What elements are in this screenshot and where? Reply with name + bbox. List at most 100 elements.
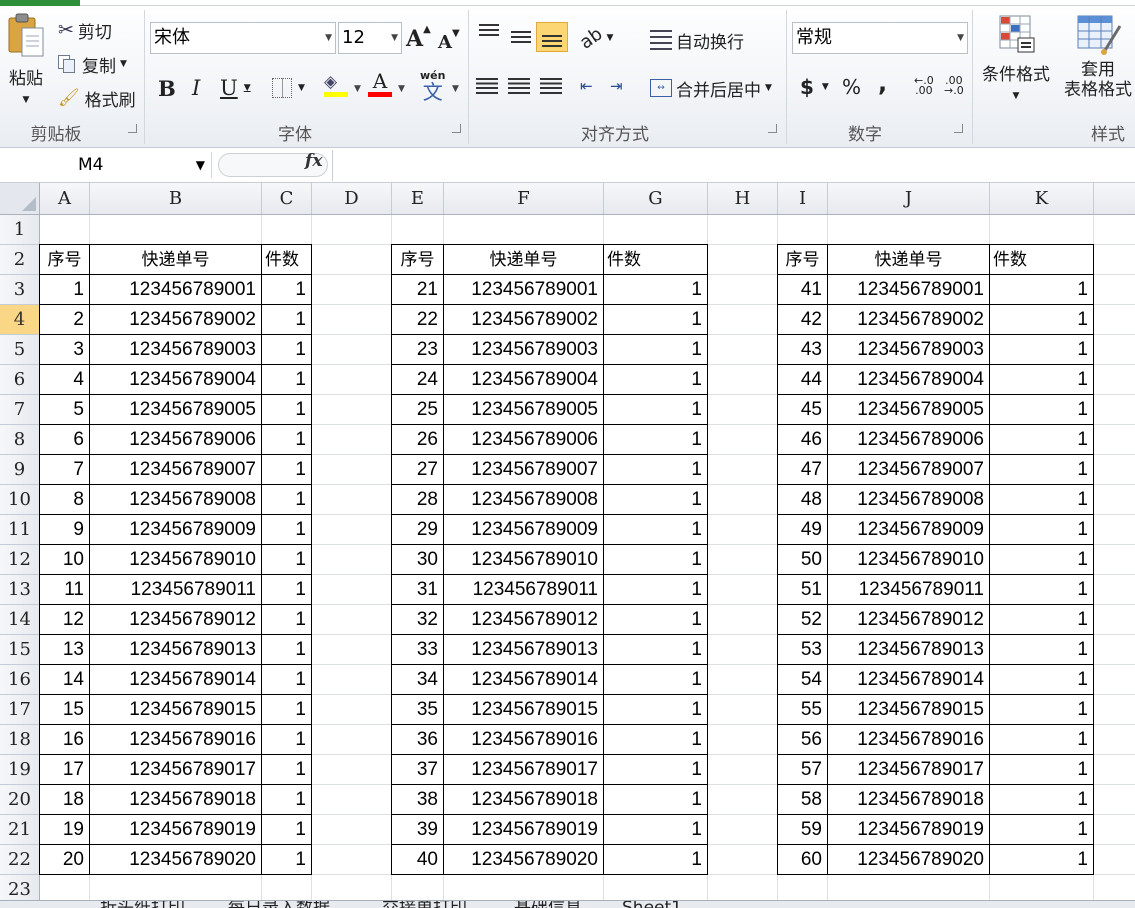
cell-a13[interactable]: 11 bbox=[40, 575, 89, 605]
cell-e7[interactable]: 25 bbox=[392, 395, 443, 425]
row-header-11[interactable]: 11 bbox=[0, 515, 39, 545]
cell-j14[interactable]: 123456789012 bbox=[828, 605, 989, 635]
cell-e11[interactable]: 29 bbox=[392, 515, 443, 545]
cell-e19[interactable]: 37 bbox=[392, 755, 443, 785]
cell-e22[interactable]: 40 bbox=[392, 845, 443, 875]
cell-b7[interactable]: 123456789005 bbox=[90, 395, 261, 425]
align-top-button[interactable] bbox=[478, 24, 500, 50]
align-right-button[interactable] bbox=[540, 76, 562, 96]
cell-j4[interactable]: 123456789002 bbox=[828, 305, 989, 335]
orientation-button[interactable]: ab ▼ bbox=[576, 23, 613, 53]
cell-c11[interactable]: 1 bbox=[262, 515, 311, 545]
cell-f22[interactable]: 123456789020 bbox=[444, 845, 603, 875]
cell-c17[interactable]: 1 bbox=[262, 695, 311, 725]
cell-c13[interactable]: 1 bbox=[262, 575, 311, 605]
cell-g10[interactable]: 1 bbox=[604, 485, 707, 515]
cell-e16[interactable]: 34 bbox=[392, 665, 443, 695]
cell-a6[interactable]: 4 bbox=[40, 365, 89, 395]
row-header-13[interactable]: 13 bbox=[0, 575, 39, 605]
cell-j8[interactable]: 123456789006 bbox=[828, 425, 989, 455]
cell-c15[interactable]: 1 bbox=[262, 635, 311, 665]
cell-i3[interactable]: 41 bbox=[778, 275, 827, 305]
cell-a17[interactable]: 15 bbox=[40, 695, 89, 725]
row-header-21[interactable]: 21 bbox=[0, 815, 39, 845]
cell-f15[interactable]: 123456789013 bbox=[444, 635, 603, 665]
cell-k14[interactable]: 1 bbox=[990, 605, 1093, 635]
row-header-18[interactable]: 18 bbox=[0, 725, 39, 755]
cell-k4[interactable]: 1 bbox=[990, 305, 1093, 335]
insert-function-button[interactable]: fx bbox=[305, 151, 322, 171]
column-header-b[interactable]: B bbox=[90, 183, 262, 214]
cell-c7[interactable]: 1 bbox=[262, 395, 311, 425]
cell-a8[interactable]: 6 bbox=[40, 425, 89, 455]
cell-k8[interactable]: 1 bbox=[990, 425, 1093, 455]
cell-g14[interactable]: 1 bbox=[604, 605, 707, 635]
cell-g19[interactable]: 1 bbox=[604, 755, 707, 785]
cell-j19[interactable]: 123456789017 bbox=[828, 755, 989, 785]
row-header-15[interactable]: 15 bbox=[0, 635, 39, 665]
cell-b12[interactable]: 123456789010 bbox=[90, 545, 261, 575]
row-header-12[interactable]: 12 bbox=[0, 545, 39, 575]
row-header-23[interactable]: 23 bbox=[0, 875, 39, 900]
cell-e21[interactable]: 39 bbox=[392, 815, 443, 845]
row-header-20[interactable]: 20 bbox=[0, 785, 39, 815]
cell-g15[interactable]: 1 bbox=[604, 635, 707, 665]
cell-b17[interactable]: 123456789015 bbox=[90, 695, 261, 725]
paste-button[interactable]: 粘贴 ▼ bbox=[4, 12, 48, 112]
comma-style-button[interactable]: , bbox=[878, 69, 887, 97]
cell-k7[interactable]: 1 bbox=[990, 395, 1093, 425]
cell-b18[interactable]: 123456789016 bbox=[90, 725, 261, 755]
cell-g20[interactable]: 1 bbox=[604, 785, 707, 815]
cell-i7[interactable]: 45 bbox=[778, 395, 827, 425]
cell-j3[interactable]: 123456789001 bbox=[828, 275, 989, 305]
row-header-7[interactable]: 7 bbox=[0, 395, 39, 425]
cell-k21[interactable]: 1 bbox=[990, 815, 1093, 845]
cell-b8[interactable]: 123456789006 bbox=[90, 425, 261, 455]
column-header-h[interactable]: H bbox=[708, 183, 778, 214]
cell-k9[interactable]: 1 bbox=[990, 455, 1093, 485]
cell-a19[interactable]: 17 bbox=[40, 755, 89, 785]
cell-f20[interactable]: 123456789018 bbox=[444, 785, 603, 815]
column-header-d[interactable]: D bbox=[312, 183, 392, 214]
fill-color-button[interactable]: ◈ bbox=[324, 72, 348, 102]
clipboard-launcher-icon[interactable] bbox=[128, 124, 137, 133]
cell-k12[interactable]: 1 bbox=[990, 545, 1093, 575]
cell-f2[interactable]: 快递单号 bbox=[444, 245, 603, 275]
align-middle-button[interactable] bbox=[510, 24, 532, 50]
row-header-16[interactable]: 16 bbox=[0, 665, 39, 695]
cell-a9[interactable]: 7 bbox=[40, 455, 89, 485]
cell-f19[interactable]: 123456789017 bbox=[444, 755, 603, 785]
column-header-j[interactable]: J bbox=[828, 183, 990, 214]
column-header-c[interactable]: C bbox=[262, 183, 312, 214]
cell-a7[interactable]: 5 bbox=[40, 395, 89, 425]
cell-f13[interactable]: 123456789011 bbox=[444, 575, 603, 605]
cell-b6[interactable]: 123456789004 bbox=[90, 365, 261, 395]
bold-button[interactable]: B bbox=[158, 74, 176, 102]
cell-g17[interactable]: 1 bbox=[604, 695, 707, 725]
cell-k3[interactable]: 1 bbox=[990, 275, 1093, 305]
paste-dropdown-icon[interactable]: ▼ bbox=[23, 95, 30, 105]
cell-k19[interactable]: 1 bbox=[990, 755, 1093, 785]
cell-j7[interactable]: 123456789005 bbox=[828, 395, 989, 425]
font-color-button[interactable]: A bbox=[368, 70, 392, 102]
name-box-dropdown-icon[interactable]: ▼ bbox=[196, 152, 205, 178]
cell-i5[interactable]: 43 bbox=[778, 335, 827, 365]
cell-f16[interactable]: 123456789014 bbox=[444, 665, 603, 695]
phonetic-dropdown-icon[interactable]: ▼ bbox=[452, 84, 459, 94]
cell-c5[interactable]: 1 bbox=[262, 335, 311, 365]
cell-k13[interactable]: 1 bbox=[990, 575, 1093, 605]
row-header-2[interactable]: 2 bbox=[0, 245, 39, 275]
shrink-font-button[interactable]: A ▼ bbox=[438, 28, 460, 56]
cell-i15[interactable]: 53 bbox=[778, 635, 827, 665]
cell-c14[interactable]: 1 bbox=[262, 605, 311, 635]
cell-k17[interactable]: 1 bbox=[990, 695, 1093, 725]
font-name-combo[interactable]: 宋体 ▼ bbox=[150, 22, 336, 54]
copy-button[interactable]: 复制 ▼ bbox=[58, 52, 127, 77]
cell-g3[interactable]: 1 bbox=[604, 275, 707, 305]
cell-e5[interactable]: 23 bbox=[392, 335, 443, 365]
cell-i17[interactable]: 55 bbox=[778, 695, 827, 725]
cell-grid[interactable]: 序号 快递单号 件数 1 123456789001 1 2 123456789002 1 3 123… bbox=[39, 215, 1135, 900]
cell-c3[interactable]: 1 bbox=[262, 275, 311, 305]
increase-indent-button[interactable]: ⇥ bbox=[610, 76, 634, 96]
cell-a15[interactable]: 13 bbox=[40, 635, 89, 665]
